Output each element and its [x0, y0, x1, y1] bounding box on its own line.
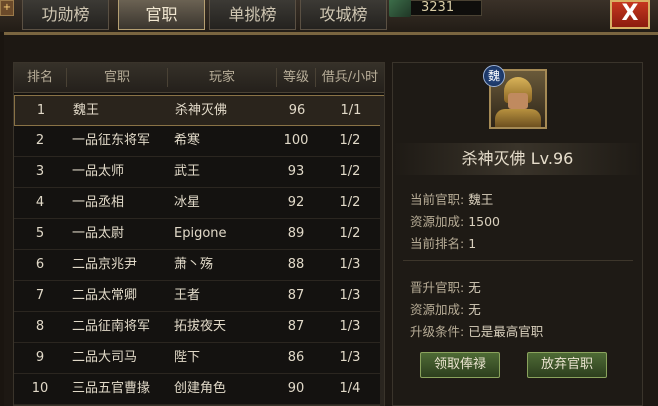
plus-icon[interactable]: +	[0, 0, 14, 16]
cell-title: 二品征南将军	[72, 319, 151, 334]
header-title: 官职	[103, 70, 130, 85]
collect-salary-button[interactable]: 领取俸禄	[420, 352, 500, 378]
player-name-level: 杀神灭佛 Lv.96	[393, 143, 642, 175]
cell-troops: 1/2	[339, 226, 361, 241]
cell-rank: 5	[35, 226, 45, 241]
table-header: 排名 官职 玩家 等级 借兵/小时	[14, 63, 384, 93]
faction-badge: 魏	[483, 65, 505, 87]
cell-player: 拓拔夜天	[174, 319, 227, 334]
table-row[interactable]: 8 二品征南将军 拓拔夜天 87 1/3	[14, 312, 384, 343]
cell-player: 王者	[174, 288, 201, 303]
resource-counter: 3231	[389, 0, 482, 17]
cell-rank: 6	[35, 257, 45, 272]
table-row[interactable]: 6 二品京兆尹 萧丶殇 88 1/3	[14, 250, 384, 281]
ranking-table: 排名 官职 玩家 等级 借兵/小时 1 魏王 杀神灭佛 96 1/1 2 一品征东将军 希寒 1…	[13, 62, 385, 406]
promote-title-line: 晋升官职: 无	[410, 280, 481, 295]
header-level: 等级	[282, 70, 309, 85]
close-button[interactable]: X	[610, 0, 650, 29]
resource-icon	[389, 0, 411, 17]
current-rank-line: 当前排名: 1	[410, 236, 477, 251]
tab-duel-ranking[interactable]: 单挑榜	[209, 0, 296, 30]
cell-troops: 1/4	[339, 381, 361, 396]
cell-player: 武王	[174, 164, 201, 179]
cell-title: 一品丞相	[72, 195, 125, 210]
cell-troops: 1/3	[339, 319, 361, 334]
cell-title: 一品太尉	[72, 226, 125, 241]
cell-level: 93	[287, 164, 305, 179]
resource-bonus-line: 资源加成: 1500	[410, 214, 501, 229]
table-row[interactable]: 4 一品丞相 冰星 92 1/2	[14, 188, 384, 219]
table-row[interactable]: 3 一品太师 武王 93 1/2	[14, 157, 384, 188]
cell-title: 一品征东将军	[72, 133, 151, 148]
cell-player: 杀神灭佛	[175, 103, 228, 118]
header-player: 玩家	[208, 70, 235, 85]
cell-title: 一品太师	[72, 164, 125, 179]
tab-official-rank[interactable]: 官职	[118, 0, 205, 30]
cell-troops: 1/2	[339, 195, 361, 210]
close-icon: X	[621, 1, 639, 26]
cell-troops: 1/2	[339, 164, 361, 179]
promote-bonus-line: 资源加成: 无	[410, 302, 481, 317]
cell-level: 88	[287, 257, 305, 272]
cell-player: 冰星	[174, 195, 201, 210]
tab-siege-ranking[interactable]: 攻城榜	[300, 0, 387, 30]
cell-level: 90	[287, 381, 305, 396]
cell-rank: 8	[35, 319, 45, 334]
cell-rank: 10	[31, 381, 49, 396]
scrollbar[interactable]	[380, 96, 384, 406]
cell-troops: 1/2	[339, 133, 361, 148]
cell-player: 陛下	[174, 350, 201, 365]
cell-title: 魏王	[73, 103, 100, 118]
cell-player: Epigone	[174, 226, 227, 241]
cell-rank: 7	[35, 288, 45, 303]
table-row[interactable]: 1 魏王 杀神灭佛 96 1/1	[14, 95, 384, 126]
cell-troops: 1/3	[339, 288, 361, 303]
cell-title: 二品大司马	[72, 350, 138, 365]
cell-player: 希寒	[174, 133, 201, 148]
upgrade-condition-line: 升级条件: 已是最高官职	[410, 324, 544, 339]
table-row[interactable]: 5 一品太尉 Epigone 89 1/2	[14, 219, 384, 250]
cell-rank: 1	[36, 103, 46, 118]
current-title-line: 当前官职: 魏王	[410, 192, 494, 207]
cell-level: 100	[283, 133, 309, 148]
cell-troops: 1/3	[339, 257, 361, 272]
cell-level: 87	[287, 319, 305, 334]
table-row[interactable]: 2 一品征东将军 希寒 100 1/2	[14, 126, 384, 157]
cell-level: 96	[288, 103, 306, 118]
cell-troops: 1/1	[340, 103, 362, 118]
cell-rank: 2	[35, 133, 45, 148]
top-tab-bar: + 功勋榜 官职 单挑榜 攻城榜 3231 X	[0, 0, 658, 32]
cell-rank: 3	[35, 164, 45, 179]
cell-level: 86	[287, 350, 305, 365]
cell-rank: 4	[35, 195, 45, 210]
table-row[interactable]: 9 二品大司马 陛下 86 1/3	[14, 343, 384, 374]
table-row[interactable]: 10 三品五官曹掾 创建角色 90 1/4	[14, 374, 384, 405]
cell-player: 萧丶殇	[174, 257, 214, 272]
cell-player: 创建角色	[174, 381, 227, 396]
divider	[403, 260, 633, 261]
table-row[interactable]: 7 二品太常卿 王者 87 1/3	[14, 281, 384, 312]
resource-value: 3231	[421, 0, 455, 15]
tab-merit-ranking[interactable]: 功勋榜	[22, 0, 109, 30]
cell-title: 三品五官曹掾	[72, 381, 151, 396]
cell-level: 89	[287, 226, 305, 241]
cell-level: 92	[287, 195, 305, 210]
header-troops: 借兵/小时	[321, 70, 379, 85]
cell-level: 87	[287, 288, 305, 303]
abandon-title-button[interactable]: 放弃官职	[527, 352, 607, 378]
cell-title: 二品京兆尹	[72, 257, 138, 272]
header-rank: 排名	[26, 70, 53, 85]
cell-title: 二品太常卿	[72, 288, 138, 303]
cell-rank: 9	[35, 350, 45, 365]
cell-troops: 1/3	[339, 350, 361, 365]
